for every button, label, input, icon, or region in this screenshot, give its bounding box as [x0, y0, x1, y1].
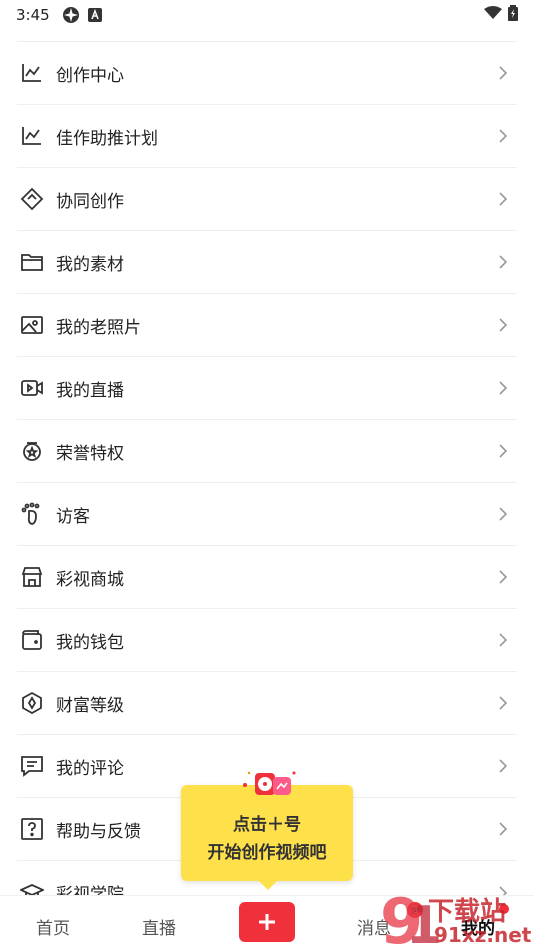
tag-icon: [18, 185, 46, 213]
watermark-domain: 91xz.net: [434, 923, 532, 947]
chevron-right-icon: [491, 250, 515, 274]
chevron-right-icon: [491, 691, 515, 715]
menu-item-label: 创作中心: [56, 65, 124, 86]
battery-icon: [508, 5, 518, 25]
plus-icon: [259, 914, 275, 930]
menu-item-materials[interactable]: 我的素材: [17, 231, 517, 294]
chevron-right-icon: [491, 124, 515, 148]
chevron-right-icon: [491, 376, 515, 400]
menu-item-honor[interactable]: 荣誉特权: [17, 420, 517, 483]
video-icon: [18, 374, 46, 402]
wifi-icon: [484, 6, 502, 24]
menu-item-label: 我的钱包: [56, 632, 124, 653]
menu-item-wallet[interactable]: 我的钱包: [17, 609, 517, 672]
badge-icon: [18, 437, 46, 465]
folder-icon: [18, 248, 46, 276]
menu-item-label: 我的老照片: [56, 317, 141, 338]
store-icon: [18, 563, 46, 591]
chevron-right-icon: [491, 439, 515, 463]
menu-item-boost-plan[interactable]: 佳作助推计划: [17, 105, 517, 168]
photo-icon: [18, 311, 46, 339]
footprint-icon: [18, 500, 46, 528]
chevron-right-icon: [491, 502, 515, 526]
chevron-right-icon: [491, 565, 515, 589]
menu-item-label: 荣誉特权: [56, 443, 124, 464]
status-bar: 3:45: [0, 0, 534, 30]
site-watermark: 9 1 下载站 91xz.net: [378, 885, 534, 950]
chevron-right-icon: [491, 61, 515, 85]
chevron-right-icon: [491, 628, 515, 652]
menu-item-old-photos[interactable]: 我的老照片: [17, 294, 517, 357]
menu-item-collab[interactable]: 协同创作: [17, 168, 517, 231]
tab-home[interactable]: 首页: [36, 914, 70, 939]
chevron-right-icon: [491, 817, 515, 841]
help-icon: [18, 815, 46, 843]
a-notification-icon: [87, 8, 102, 22]
menu-item-label: 访客: [56, 506, 90, 527]
tip-line-2: 开始创作视频吧: [207, 843, 327, 863]
menu-item-creator-center[interactable]: 创作中心: [17, 42, 517, 105]
wallet-icon: [18, 626, 46, 654]
menu-item-wealth-level[interactable]: 财富等级: [17, 672, 517, 735]
chart-line-icon: [18, 59, 46, 87]
create-tip-bubble[interactable]: 点击＋号 开始创作视频吧: [181, 771, 353, 890]
menu-item-label: 我的素材: [56, 254, 124, 275]
chevron-right-icon: [491, 754, 515, 778]
menu-item-visitors[interactable]: 访客: [17, 483, 517, 546]
menu-item-label: 佳作助推计划: [56, 128, 158, 149]
menu-item-my-live[interactable]: 我的直播: [17, 357, 517, 420]
chevron-right-icon: [491, 313, 515, 337]
create-button[interactable]: [239, 902, 295, 942]
comment-icon: [18, 752, 46, 780]
chevron-right-icon: [491, 187, 515, 211]
tab-live[interactable]: 直播: [142, 914, 176, 939]
status-time: 3:45: [16, 6, 50, 24]
diamond-icon: [18, 689, 46, 717]
menu-item-label: 协同创作: [56, 191, 124, 212]
menu-item-label: 财富等级: [56, 695, 124, 716]
menu-item-label: 我的直播: [56, 380, 124, 401]
chart-line-icon: [18, 122, 46, 150]
menu-item-store[interactable]: 彩视商城: [17, 546, 517, 609]
app-notification-icon: [62, 6, 80, 24]
menu-item-label: 彩视商城: [56, 569, 124, 590]
film-reel-icon: [237, 767, 299, 807]
tip-line-1: 点击＋号: [233, 815, 301, 835]
